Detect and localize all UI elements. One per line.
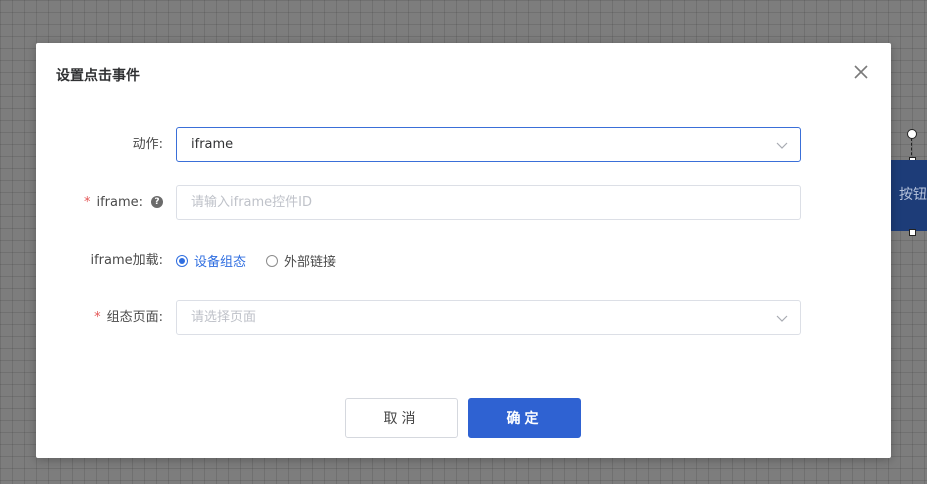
form-row-iframe: * iframe:? <box>36 185 891 220</box>
form-row-iframe-load: iframe加载: 设备组态 外部链接 <box>36 243 891 278</box>
page-label-text: 组态页面: <box>106 310 163 325</box>
page-select-placeholder: 请选择页面 <box>191 310 257 325</box>
action-select-value: iframe <box>191 137 234 152</box>
iframe-load-radio-group: 设备组态 外部链接 <box>176 243 356 278</box>
iframe-load-label: iframe加载: <box>90 243 163 278</box>
action-label-text: 动作: <box>132 137 163 152</box>
required-mark: * <box>83 195 91 210</box>
chevron-down-icon <box>776 315 788 322</box>
radio-unchecked-icon <box>266 254 279 267</box>
radio-external-link-label: 外部链接 <box>284 255 337 270</box>
action-label: 动作: <box>133 127 163 162</box>
form-row-page: * 组态页面: 请选择页面 <box>36 300 891 335</box>
page-label: * 组态页面: <box>94 300 163 335</box>
dialog-title: 设置点击事件 <box>56 68 140 84</box>
click-event-dialog: 设置点击事件 动作: iframe * iframe:? iframe加载: <box>36 43 891 458</box>
form-row-action: 动作: iframe <box>36 127 891 162</box>
page-select[interactable]: 请选择页面 <box>176 300 801 335</box>
close-icon[interactable] <box>852 63 870 81</box>
chevron-down-icon <box>776 142 788 149</box>
canvas-button-widget[interactable]: 按钮 <box>891 160 927 231</box>
iframe-load-label-text: iframe加载: <box>90 253 163 268</box>
iframe-label: * iframe:? <box>84 185 163 220</box>
help-icon[interactable]: ? <box>151 195 163 208</box>
radio-device-config[interactable]: 设备组态 <box>176 251 246 270</box>
radio-external-link[interactable]: 外部链接 <box>266 251 336 270</box>
action-select[interactable]: iframe <box>176 127 801 162</box>
radio-checked-icon <box>176 254 188 267</box>
iframe-label-text: iframe: <box>96 195 143 210</box>
resize-handle-bottom[interactable] <box>909 229 916 236</box>
cancel-button[interactable]: 取消 <box>345 398 458 438</box>
radio-device-config-label: 设备组态 <box>194 255 247 270</box>
iframe-id-input[interactable] <box>176 185 801 220</box>
confirm-button[interactable]: 确定 <box>468 398 581 438</box>
required-mark: * <box>94 310 101 325</box>
